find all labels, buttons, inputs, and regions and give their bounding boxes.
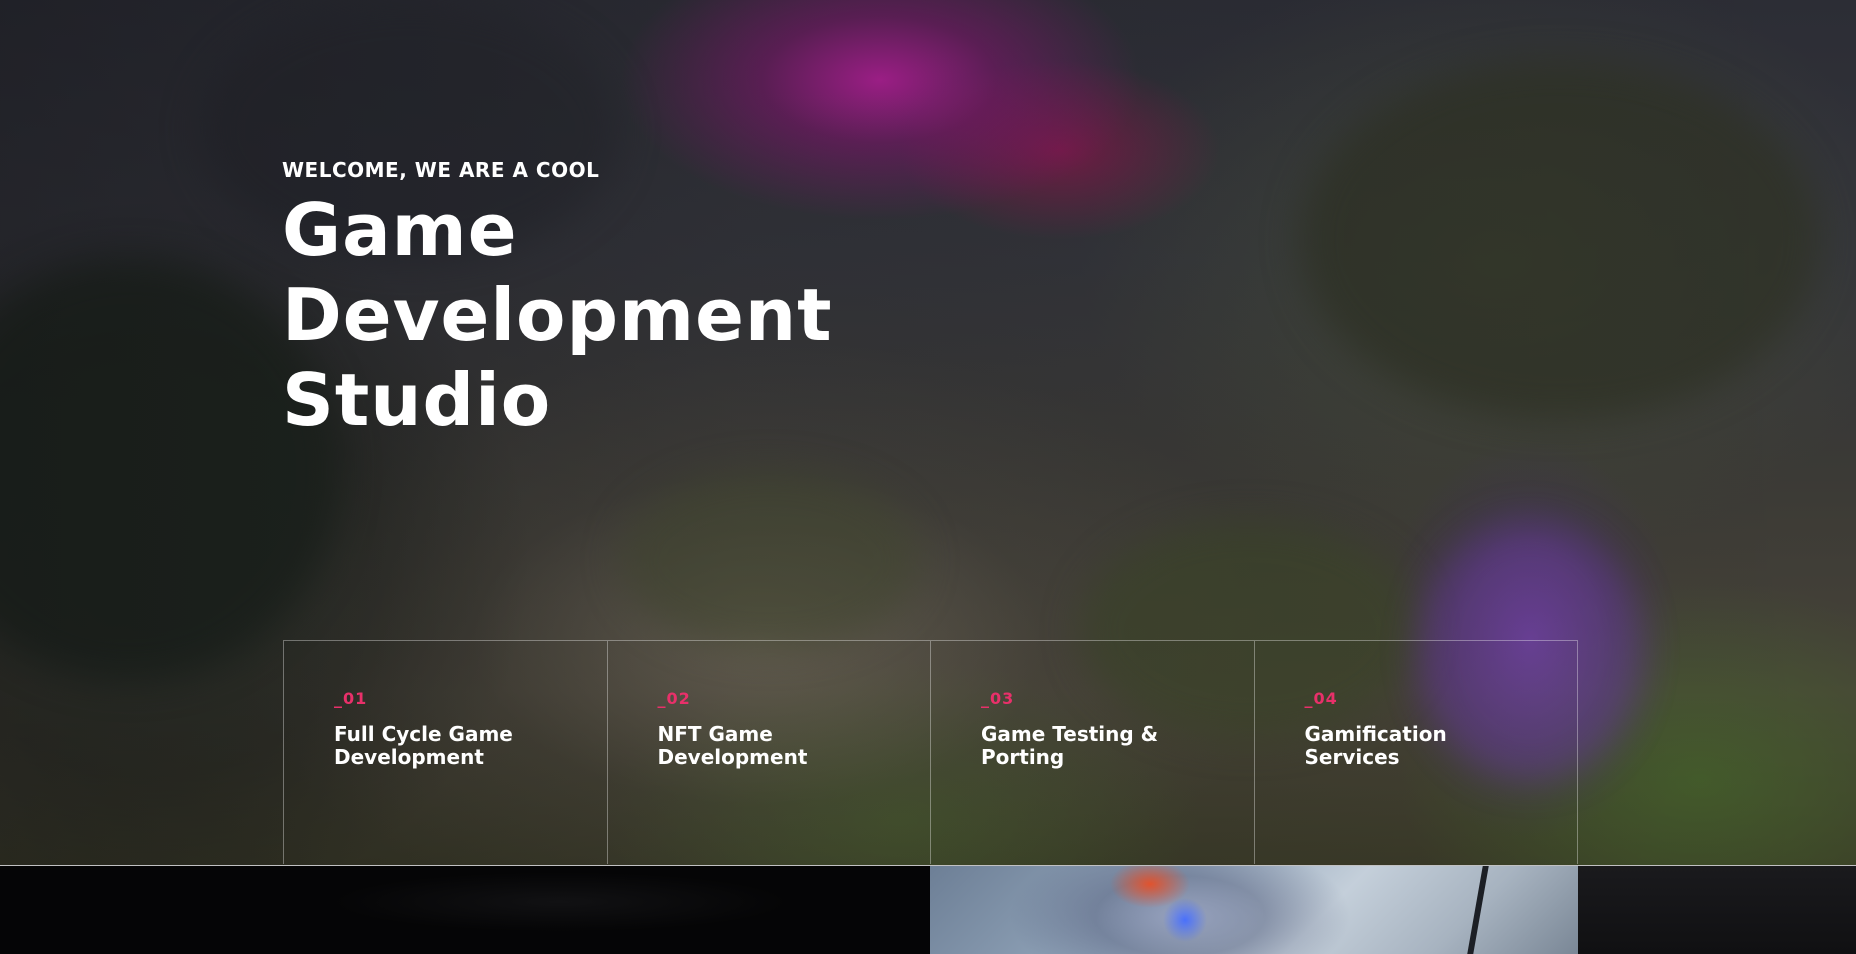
hero-eyebrow: WELCOME, WE ARE A COOL: [282, 158, 600, 182]
service-number: _01: [334, 689, 368, 708]
service-title: Game Testing & Porting: [981, 722, 1159, 769]
artwork-pole: [1467, 866, 1489, 954]
service-card-testing[interactable]: _03 Game Testing & Porting: [931, 641, 1255, 864]
service-number: _02: [657, 689, 691, 708]
next-section-dark-panel: [1578, 866, 1856, 954]
next-section: [0, 866, 1856, 954]
services-grid: _01 Full Cycle Game Development _02 NFT …: [283, 640, 1578, 864]
service-number: _03: [981, 689, 1015, 708]
hero-headline-line-3: Studio: [282, 358, 552, 442]
hero-headline: Game Development Studio: [282, 188, 833, 443]
service-number: _04: [1304, 689, 1338, 708]
service-card-gamification[interactable]: _04 Gamification Services: [1255, 641, 1578, 864]
hero-intro: WELCOME, WE ARE A COOL Game Development …: [282, 158, 833, 443]
service-title: Full Cycle Game Development: [334, 722, 513, 769]
service-card-nft[interactable]: _02 NFT Game Development: [608, 641, 931, 864]
next-section-faded-heading: [330, 872, 790, 932]
hero-headline-line-2: Development: [282, 273, 833, 357]
service-title: NFT Game Development: [657, 722, 808, 769]
service-title: Gamification Services: [1304, 722, 1447, 769]
hero-headline-line-1: Game: [282, 188, 518, 272]
robot-artwork-image: [930, 866, 1578, 954]
page: WELCOME, WE ARE A COOL Game Development …: [0, 0, 1856, 954]
service-card-full-cycle[interactable]: _01 Full Cycle Game Development: [284, 641, 608, 864]
